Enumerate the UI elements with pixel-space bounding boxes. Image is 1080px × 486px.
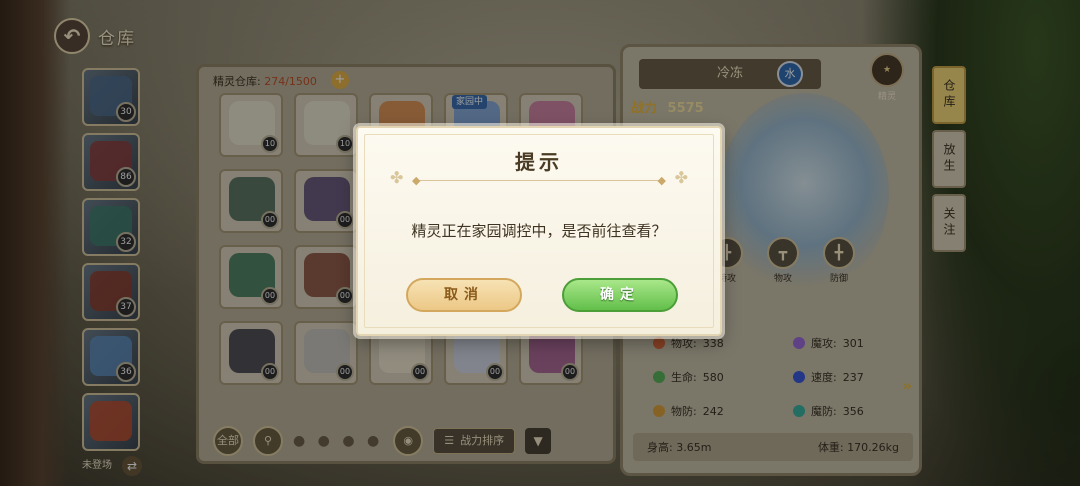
prompt-dialog: ✤ ✤ 提示 ◆ ◆ 精灵正在家园调控中，是否前往查看？ 取消 确定 xyxy=(356,126,722,336)
diamond-icon: ◆ xyxy=(657,174,666,187)
dialog-title: 提示 xyxy=(515,150,563,174)
title-divider xyxy=(418,180,660,181)
cancel-button[interactable]: 取消 xyxy=(406,278,522,312)
dialog-message: 精灵正在家园调控中，是否前往查看？ xyxy=(411,222,667,240)
diamond-icon: ◆ xyxy=(412,174,421,187)
confirm-button[interactable]: 确定 xyxy=(562,278,678,312)
